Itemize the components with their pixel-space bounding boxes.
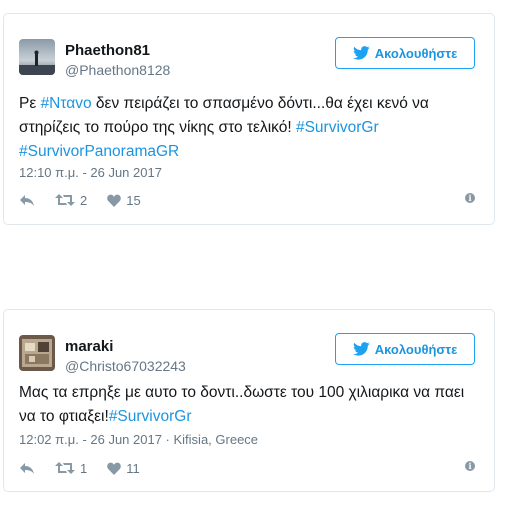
follow-button[interactable]: Ακολουθήστε: [335, 37, 475, 69]
follow-label: Ακολουθήστε: [374, 341, 458, 357]
retweet-icon: [55, 194, 75, 206]
tweet-timestamp[interactable]: 12:10 π.μ. - 26 Jun 2017: [19, 164, 162, 182]
follow-button[interactable]: Ακολουθήστε: [335, 333, 475, 365]
reply-button[interactable]: [19, 193, 35, 207]
text-segment: Μας τα επρηξε με αυτο το δοντι..δωστε το…: [19, 384, 465, 425]
user-handle[interactable]: @Phaethon8128: [65, 61, 170, 79]
reply-icon: [20, 463, 34, 474]
tweet-timestamp[interactable]: 12:02 π.μ. - 26 Jun 2017 · Kifisia, Gree…: [19, 431, 258, 449]
like-count: 15: [126, 192, 141, 208]
like-count: 11: [126, 460, 140, 476]
hashtag-link[interactable]: #SurvivorPanoramaGR: [19, 143, 179, 160]
info-icon[interactable]: i: [465, 193, 475, 203]
user-avatar[interactable]: [19, 335, 55, 371]
user-avatar[interactable]: [19, 39, 55, 75]
hashtag-link[interactable]: #SurvivorGr: [296, 119, 379, 136]
tweet-actions: 2 15 i: [19, 190, 475, 210]
heart-icon: [107, 194, 122, 207]
photo-avatar-icon: [19, 335, 55, 371]
like-button[interactable]: 11: [107, 461, 140, 476]
retweet-count: 2: [80, 192, 88, 208]
twitter-bird-icon: [352, 342, 370, 356]
tweet-actions: 1 11 i: [19, 458, 475, 478]
retweet-count: 1: [80, 460, 88, 476]
text-segment: Ρε: [19, 95, 41, 112]
tweet-card: Phaethon81 @Phaethon8128 Ακολουθήστε Ρε …: [3, 13, 495, 225]
display-name[interactable]: maraki: [65, 338, 113, 356]
user-handle[interactable]: @Christo67032243: [65, 357, 186, 375]
tweet-text: Ρε #Νταvo δεν πειράζει το σπασμένο δόντι…: [19, 92, 479, 164]
info-icon[interactable]: i: [465, 461, 475, 471]
hashtag-link[interactable]: #Νταvo: [41, 95, 92, 112]
tweet-card: maraki @Christo67032243 Ακολουθήστε Μας …: [3, 309, 495, 492]
retweet-button[interactable]: 2: [55, 193, 87, 208]
like-button[interactable]: 15: [107, 192, 141, 208]
retweet-button[interactable]: 1: [55, 461, 87, 476]
retweet-icon: [55, 462, 75, 474]
heart-icon: [107, 462, 122, 475]
display-name[interactable]: Phaethon81: [65, 42, 150, 60]
twitter-bird-icon: [352, 46, 370, 60]
reply-button[interactable]: [19, 461, 35, 475]
follow-label: Ακολουθήστε: [374, 45, 458, 61]
reply-icon: [20, 195, 34, 206]
hashtag-link[interactable]: #SurvivorGr: [109, 408, 192, 425]
tweet-text: Μας τα επρηξε με αυτο το δοντι..δωστε το…: [19, 381, 479, 429]
landscape-avatar-icon: [19, 39, 55, 75]
